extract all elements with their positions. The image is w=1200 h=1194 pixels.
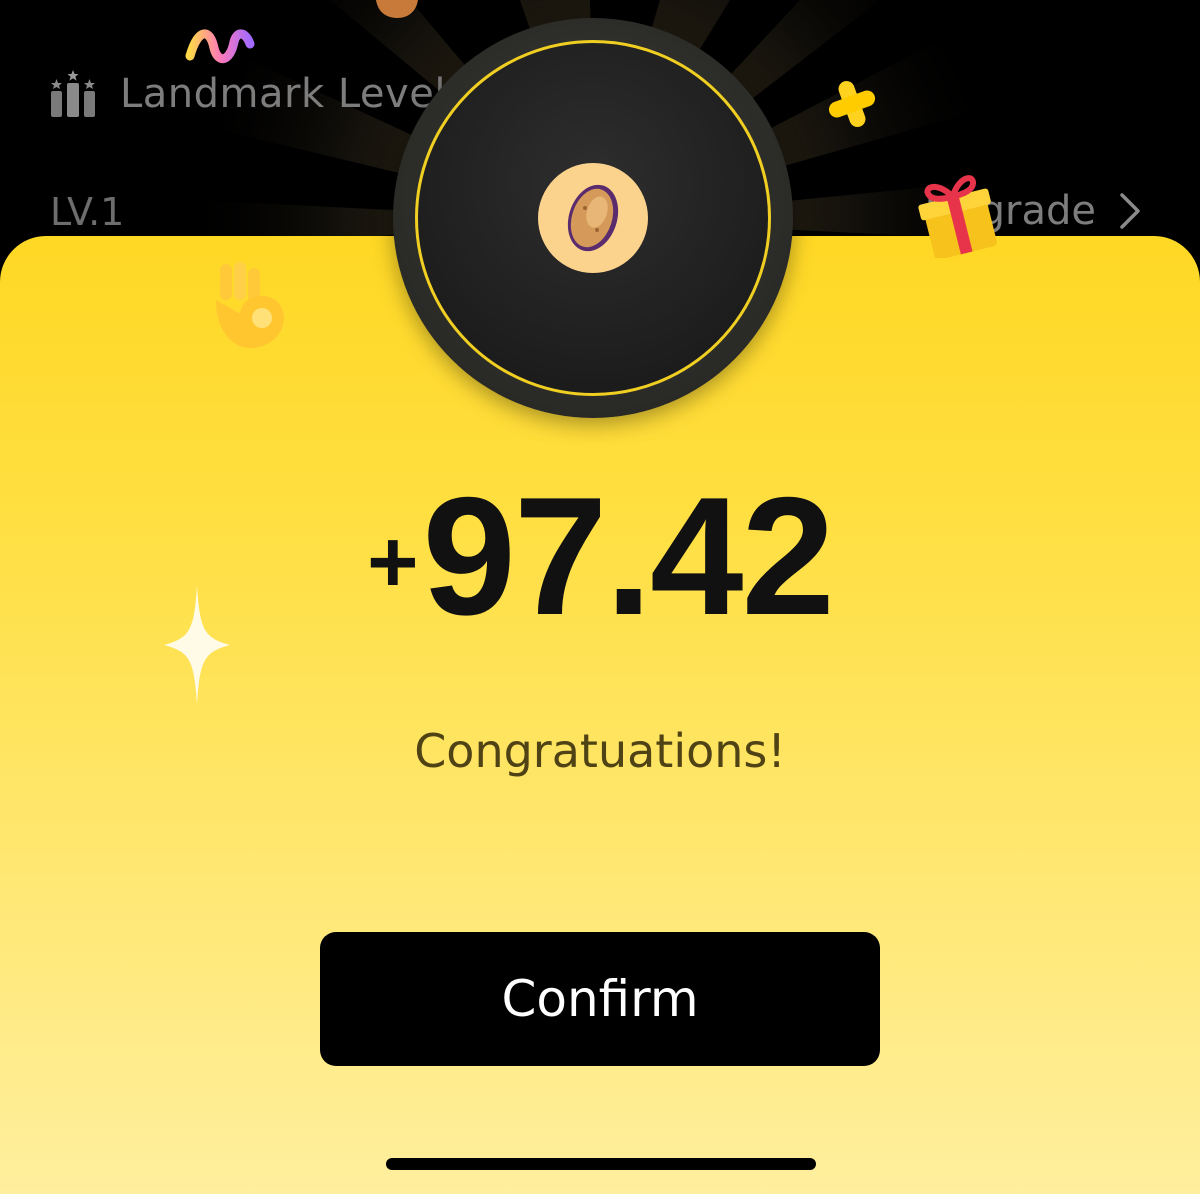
- page-title: Landmark Level: [120, 71, 446, 117]
- reward-medallion: [393, 18, 793, 418]
- header-row: Landmark Level: [48, 64, 446, 124]
- gift-icon: [918, 175, 997, 258]
- reward-amount: +97.42: [0, 472, 1200, 640]
- ok-hand-icon: [216, 262, 284, 348]
- level-label: LV.1: [50, 190, 125, 234]
- reward-sheet: +97.42 Congratuations! Confirm: [0, 18, 1200, 1194]
- amount-sign: +: [367, 512, 419, 611]
- cross-sparkle-icon: [828, 80, 876, 128]
- chevron-right-icon: [1120, 193, 1140, 229]
- potato-icon: [567, 184, 619, 252]
- medallion-ring: [415, 40, 771, 396]
- cookie-icon: [376, 0, 418, 18]
- confirm-button[interactable]: Confirm: [320, 932, 880, 1066]
- amount-value: 97.42: [422, 462, 834, 650]
- level-bars-icon: [51, 70, 95, 117]
- potato-coin-icon: [538, 163, 648, 273]
- home-indicator: [386, 1158, 816, 1170]
- squiggle-icon: [185, 29, 255, 63]
- congratulations-message: Congratuations!: [414, 724, 786, 778]
